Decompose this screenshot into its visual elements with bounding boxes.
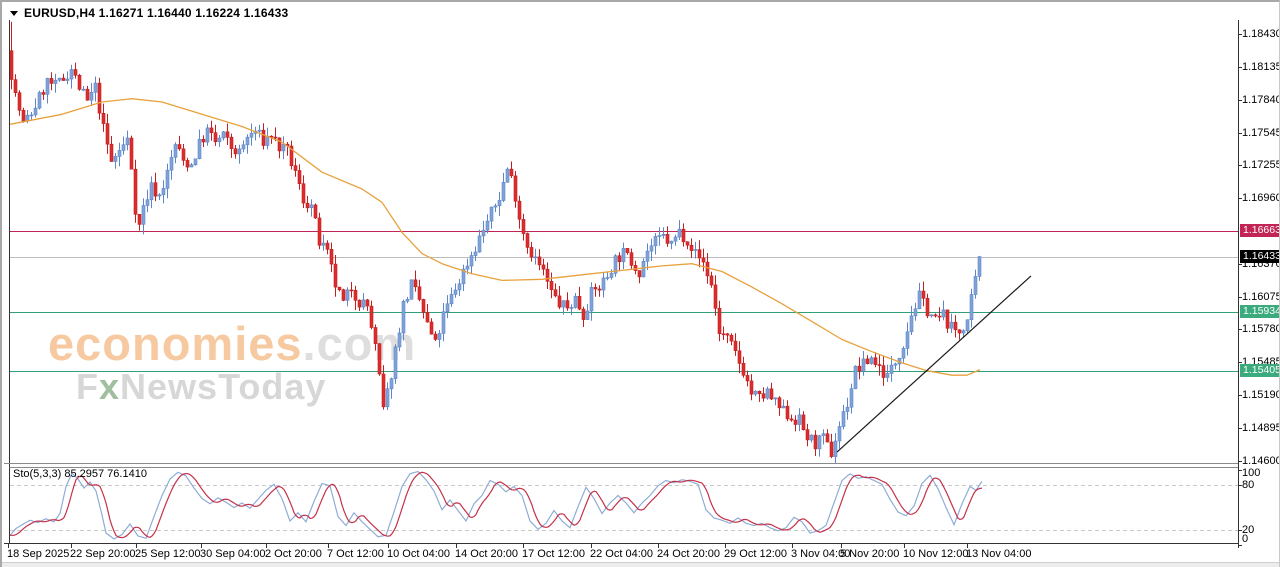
indicator-scale-label: 0 [1242, 534, 1272, 544]
time-tick-label: 24 Oct 20:00 [657, 548, 720, 560]
price-tick-label: 1.14600 [1242, 455, 1280, 467]
chart-header: EURUSD,H4 1.16271 1.16440 1.16224 1.1643… [10, 6, 288, 20]
time-tick-label: 14 Oct 20:00 [455, 548, 518, 560]
price-tick-label: 1.14895 [1242, 422, 1280, 434]
stochastic-k-line [10, 472, 982, 540]
chart-window: EURUSD,H4 1.16271 1.16440 1.16224 1.1643… [0, 0, 1280, 567]
trendline[interactable] [837, 276, 1031, 452]
time-tick-label: 25 Sep 12:00 [135, 548, 200, 560]
price-tick-label: 1.18430 [1242, 28, 1280, 40]
indicator-scale-label: 100 [1242, 468, 1272, 478]
time-tick-label: 7 Oct 12:00 [327, 548, 384, 560]
stochastic-d-line [10, 472, 982, 537]
support-level-1-label: 1.15934 [1240, 305, 1280, 318]
time-tick-label: 10 Oct 04:00 [387, 548, 450, 560]
stochastic-lines [10, 472, 1238, 540]
price-tick-label: 1.18135 [1242, 61, 1280, 73]
time-tick-label: 30 Sep 04:00 [200, 548, 265, 560]
support-level-2-label: 1.15405 [1240, 364, 1280, 377]
time-tick-label: 29 Oct 12:00 [724, 548, 787, 560]
time-tick-label: 18 Sep 2025 [7, 548, 69, 560]
stochastic-label: Sto(5,3,3) 85.2957 76.1410 [13, 468, 147, 480]
axes [4, 20, 1242, 548]
chart-canvas[interactable] [2, 2, 1280, 567]
chart-title: EURUSD,H4 1.16271 1.16440 1.16224 1.1643… [24, 6, 288, 20]
time-tick-label: 5 Nov 20:00 [840, 548, 899, 560]
indicator-scale-label: 80 [1242, 480, 1272, 490]
price-tick-label: 1.16960 [1242, 192, 1280, 204]
time-tick-label: 22 Oct 04:00 [590, 548, 653, 560]
time-tick-label: 2 Oct 20:00 [265, 548, 322, 560]
time-tick-label: 10 Nov 12:00 [903, 548, 968, 560]
candles [10, 22, 981, 464]
time-tick-label: 22 Sep 20:00 [70, 548, 135, 560]
price-tick-label: 1.15780 [1242, 323, 1280, 335]
price-tick-label: 1.15190 [1242, 389, 1280, 401]
current-price-label: 1.16433 [1240, 250, 1280, 263]
time-tick-label: 13 Nov 04:00 [966, 548, 1031, 560]
price-tick-label: 1.16075 [1242, 291, 1280, 303]
symbol-dropdown-icon[interactable] [10, 11, 18, 16]
price-tick-label: 1.17255 [1242, 159, 1280, 171]
ma-line [10, 99, 980, 376]
time-tick-label: 17 Oct 12:00 [522, 548, 585, 560]
price-tick-label: 1.17840 [1242, 94, 1280, 106]
price-tick-label: 1.17545 [1242, 127, 1280, 139]
resistance-level-label: 1.16663 [1240, 224, 1280, 237]
window-bottom-edge [2, 562, 1280, 567]
